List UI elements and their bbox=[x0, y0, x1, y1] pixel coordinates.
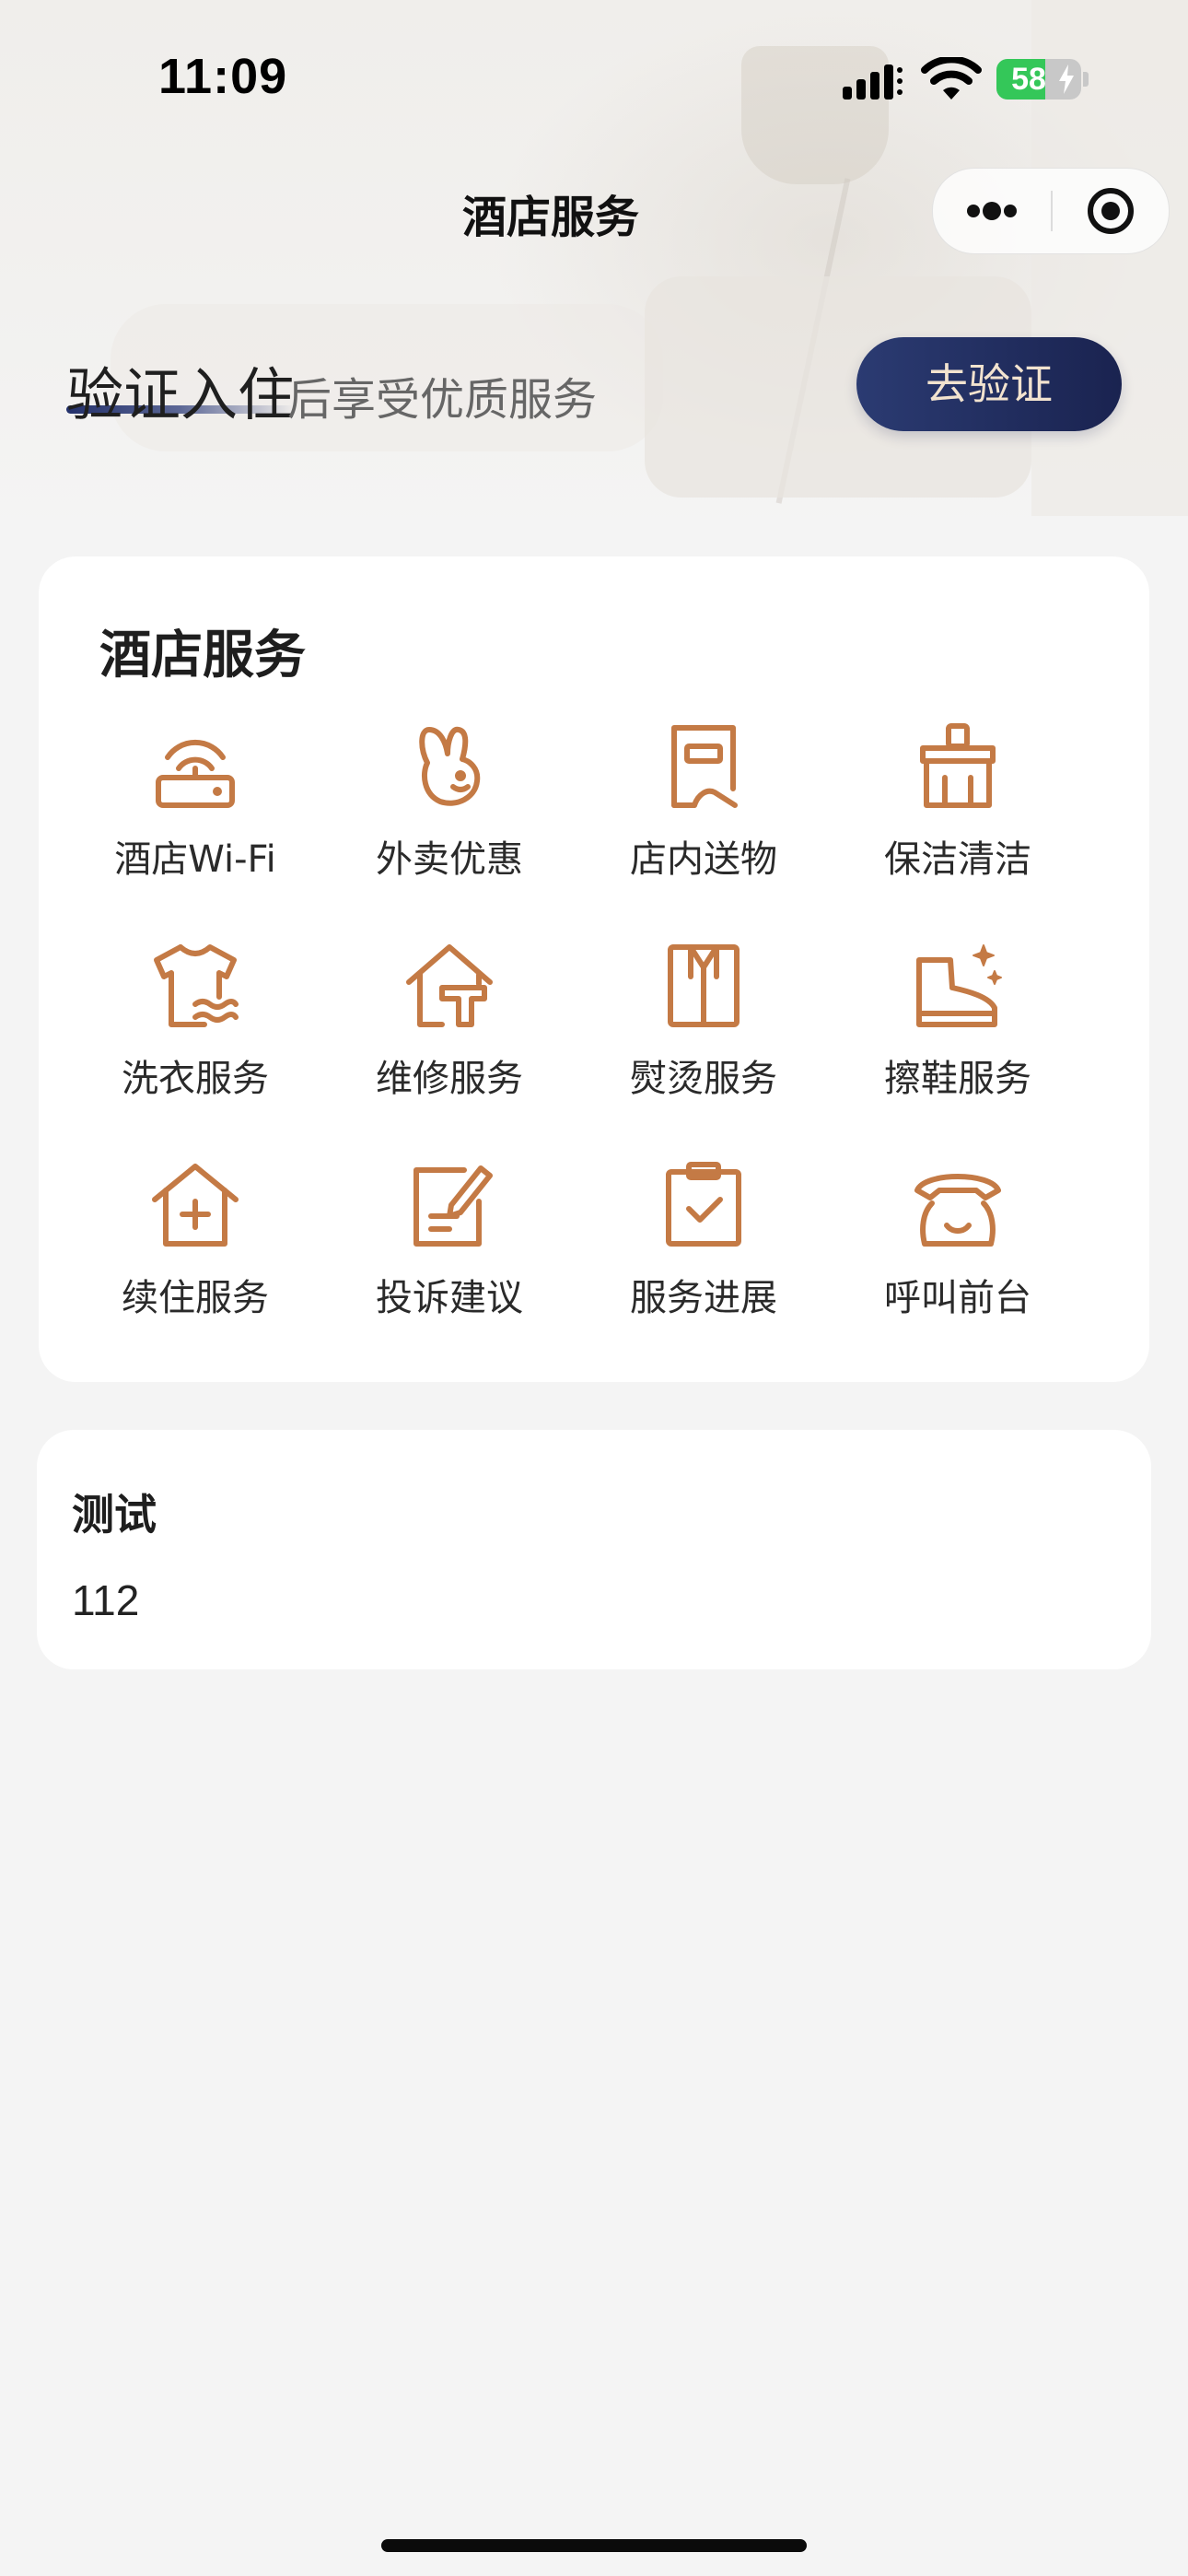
rabbit-mascot-icon bbox=[403, 720, 495, 813]
service-label: 服务进展 bbox=[630, 1277, 777, 1319]
battery-indicator: 58 bbox=[996, 59, 1081, 100]
services-card: 酒店服务 酒店Wi-Fi 外卖优惠 店内送物 保洁清洁 洗衣服务 维修服务 熨烫… bbox=[39, 556, 1149, 1382]
more-dots-icon bbox=[967, 202, 1017, 220]
shirt-iron-icon bbox=[658, 940, 750, 1032]
service-item-delivery[interactable]: 店内送物 bbox=[577, 720, 831, 932]
wifi-router-icon bbox=[149, 720, 241, 813]
document-edit-icon bbox=[403, 1159, 495, 1251]
services-title: 酒店服务 bbox=[99, 626, 306, 685]
service-item-repair[interactable]: 维修服务 bbox=[322, 940, 577, 1152]
service-item-laundry[interactable]: 洗衣服务 bbox=[68, 940, 322, 1152]
clipboard-check-icon bbox=[658, 1159, 750, 1251]
service-item-takeout[interactable]: 外卖优惠 bbox=[322, 720, 577, 932]
service-item-feedback[interactable]: 投诉建议 bbox=[322, 1159, 577, 1371]
service-item-wifi[interactable]: 酒店Wi-Fi bbox=[68, 720, 322, 932]
service-item-extend-stay[interactable]: 续住服务 bbox=[68, 1159, 322, 1371]
shoe-shine-icon bbox=[912, 940, 1004, 1032]
service-item-ironing[interactable]: 熨烫服务 bbox=[577, 940, 831, 1152]
telephone-icon bbox=[912, 1159, 1004, 1251]
home-indicator[interactable] bbox=[381, 2539, 807, 2552]
service-label: 投诉建议 bbox=[376, 1277, 523, 1319]
delivery-box-icon bbox=[658, 720, 750, 813]
cellular-signal-icon bbox=[843, 64, 903, 100]
service-item-call-front-desk[interactable]: 呼叫前台 bbox=[831, 1159, 1085, 1371]
service-label: 熨烫服务 bbox=[630, 1058, 777, 1100]
miniprogram-capsule bbox=[932, 168, 1170, 254]
charging-bolt-icon bbox=[1059, 64, 1074, 94]
close-button[interactable] bbox=[1053, 169, 1169, 253]
service-label: 酒店Wi-Fi bbox=[114, 838, 276, 881]
wifi-icon bbox=[921, 57, 982, 100]
service-label: 续住服务 bbox=[122, 1277, 269, 1319]
service-label: 洗衣服务 bbox=[122, 1058, 269, 1100]
service-label: 呼叫前台 bbox=[884, 1277, 1031, 1319]
house-plus-icon bbox=[149, 1159, 241, 1251]
house-tool-icon bbox=[403, 940, 495, 1032]
battery-cap bbox=[1083, 72, 1089, 87]
test-card[interactable]: 测试 112 bbox=[37, 1430, 1151, 1669]
service-item-progress[interactable]: 服务进展 bbox=[577, 1159, 831, 1371]
service-label: 外卖优惠 bbox=[376, 838, 523, 881]
status-time: 11:09 bbox=[158, 49, 288, 104]
close-circle-icon bbox=[1088, 188, 1134, 234]
service-label: 擦鞋服务 bbox=[884, 1058, 1031, 1100]
status-bar: 11:09 58 bbox=[0, 0, 1188, 157]
service-label: 店内送物 bbox=[630, 838, 777, 881]
test-card-title: 测试 bbox=[72, 1490, 157, 1540]
broom-icon bbox=[912, 720, 1004, 813]
test-card-value: 112 bbox=[72, 1576, 140, 1624]
more-button[interactable] bbox=[933, 169, 1051, 253]
verify-button[interactable]: 去验证 bbox=[856, 337, 1122, 431]
service-item-shoeshine[interactable]: 擦鞋服务 bbox=[831, 940, 1085, 1152]
service-label: 保洁清洁 bbox=[884, 838, 1031, 881]
verify-subtitle: 后享受优质服务 bbox=[287, 374, 598, 426]
battery-label: 58 bbox=[1011, 62, 1046, 97]
service-label: 维修服务 bbox=[376, 1058, 523, 1100]
service-item-cleaning[interactable]: 保洁清洁 bbox=[831, 720, 1085, 932]
tshirt-wash-icon bbox=[149, 940, 241, 1032]
verify-headline: 验证入住 bbox=[66, 361, 296, 428]
